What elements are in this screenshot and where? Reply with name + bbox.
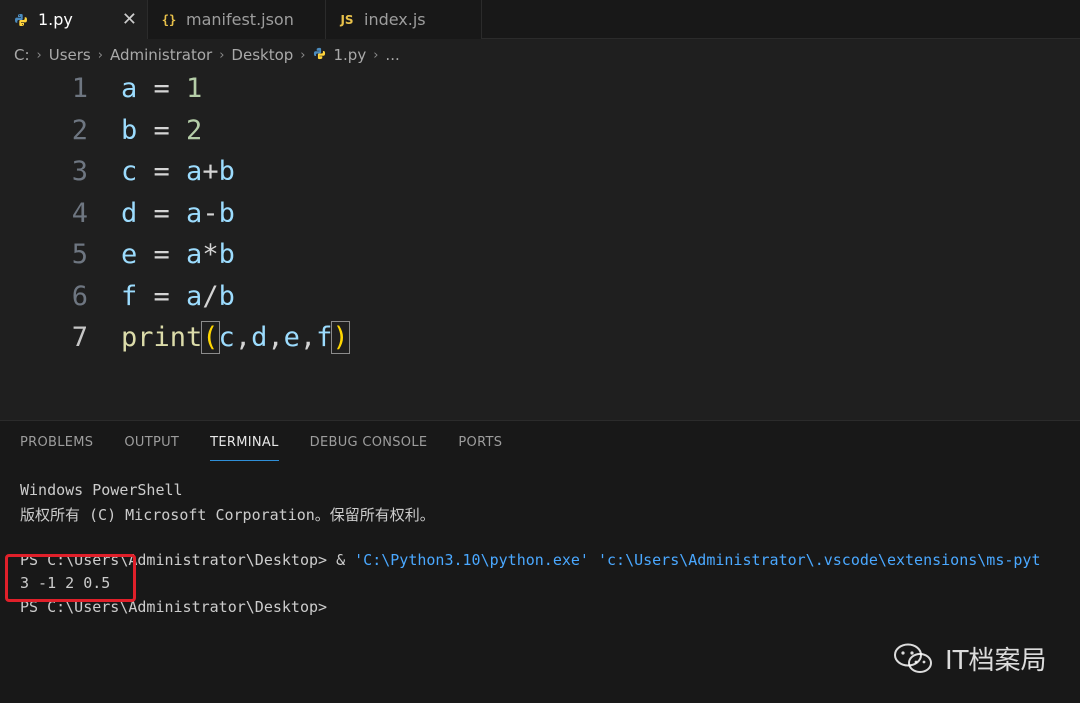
line-number: 2: [71, 114, 88, 146]
editor-tab-bar: 1.py ✕ {} manifest.json JS index.js: [0, 0, 1080, 39]
close-icon[interactable]: ✕: [122, 9, 137, 30]
breadcrumb-item[interactable]: ...: [385, 46, 399, 64]
tab-label: manifest.json: [186, 10, 294, 29]
line-number: 1: [71, 72, 88, 104]
breadcrumb-item[interactable]: 1.py: [334, 46, 367, 64]
code-line[interactable]: 3 c = a+b: [0, 151, 1080, 191]
python-icon: [12, 13, 30, 27]
breadcrumb-item[interactable]: C:: [14, 46, 30, 64]
tab-problems[interactable]: PROBLEMS: [20, 435, 93, 461]
terminal-line: Windows PowerShell: [20, 481, 183, 499]
chevron-right-icon: ›: [300, 47, 306, 63]
chevron-right-icon: ›: [219, 47, 225, 63]
code-line[interactable]: 5 e = a*b: [0, 234, 1080, 274]
terminal-line: 版权所有 (C) Microsoft Corporation。保留所有权利。: [20, 506, 435, 524]
watermark-text: IT档案局: [945, 646, 1047, 676]
python-icon: [313, 47, 326, 63]
line-number: 5: [71, 238, 88, 270]
chevron-right-icon: ›: [373, 47, 379, 63]
code-text[interactable]: e = a*b: [121, 239, 235, 270]
code-text[interactable]: a = 1: [121, 73, 202, 104]
line-number: 6: [71, 280, 88, 312]
tab-manifest-json[interactable]: {} manifest.json: [148, 0, 326, 39]
code-text[interactable]: c = a+b: [121, 156, 235, 187]
json-icon: {}: [161, 12, 177, 27]
breadcrumb-item[interactable]: Administrator: [110, 46, 212, 64]
terminal-command-line: PS C:\Users\Administrator\Desktop> & 'C:…: [20, 551, 1080, 573]
tab-1-py[interactable]: 1.py ✕: [0, 0, 148, 39]
line-number: 3: [71, 155, 88, 187]
highlight-box: [5, 554, 136, 602]
line-number: 7: [71, 321, 88, 353]
chevron-right-icon: ›: [97, 47, 103, 63]
tab-ports[interactable]: PORTS: [458, 435, 502, 461]
tab-index-js[interactable]: JS index.js: [326, 0, 482, 39]
terminal-amp: &: [327, 551, 355, 569]
code-text[interactable]: b = 2: [121, 115, 202, 146]
panel-tabs: PROBLEMS OUTPUT TERMINAL DEBUG CONSOLE P…: [20, 435, 533, 461]
code-line[interactable]: 7 print(c,d,e,f): [0, 317, 1080, 357]
breadcrumb-item[interactable]: Desktop: [231, 46, 293, 64]
code-text[interactable]: print(c,d,e,f): [121, 320, 350, 354]
code-line[interactable]: 2 b = 2: [0, 110, 1080, 150]
breadcrumb-item[interactable]: Users: [49, 46, 91, 64]
chevron-right-icon: ›: [36, 47, 42, 63]
code-line[interactable]: 4 d = a-b: [0, 193, 1080, 233]
watermark: IT档案局: [893, 640, 1047, 677]
line-number: 4: [71, 197, 88, 229]
code-line[interactable]: 6 f = a/b: [0, 276, 1080, 316]
tab-debug-console[interactable]: DEBUG CONSOLE: [310, 435, 428, 461]
js-icon: JS: [340, 12, 354, 27]
tab-terminal[interactable]: TERMINAL: [210, 435, 279, 461]
code-line[interactable]: 1 a = 1: [0, 68, 1080, 108]
breadcrumb: C: › Users › Administrator › Desktop › 1…: [14, 43, 400, 67]
code-editor[interactable]: 1 a = 1 2 b = 2 3 c = a+b 4 d = a-b 5 e …: [0, 68, 1080, 418]
wechat-icon: [893, 642, 935, 676]
tab-label: index.js: [364, 10, 426, 29]
code-text[interactable]: f = a/b: [121, 281, 235, 312]
tab-label: 1.py: [38, 10, 73, 29]
terminal-command: 'C:\Python3.10\python.exe' 'c:\Users\Adm…: [354, 551, 1041, 569]
tab-output[interactable]: OUTPUT: [124, 435, 179, 461]
code-text[interactable]: d = a-b: [121, 198, 235, 229]
